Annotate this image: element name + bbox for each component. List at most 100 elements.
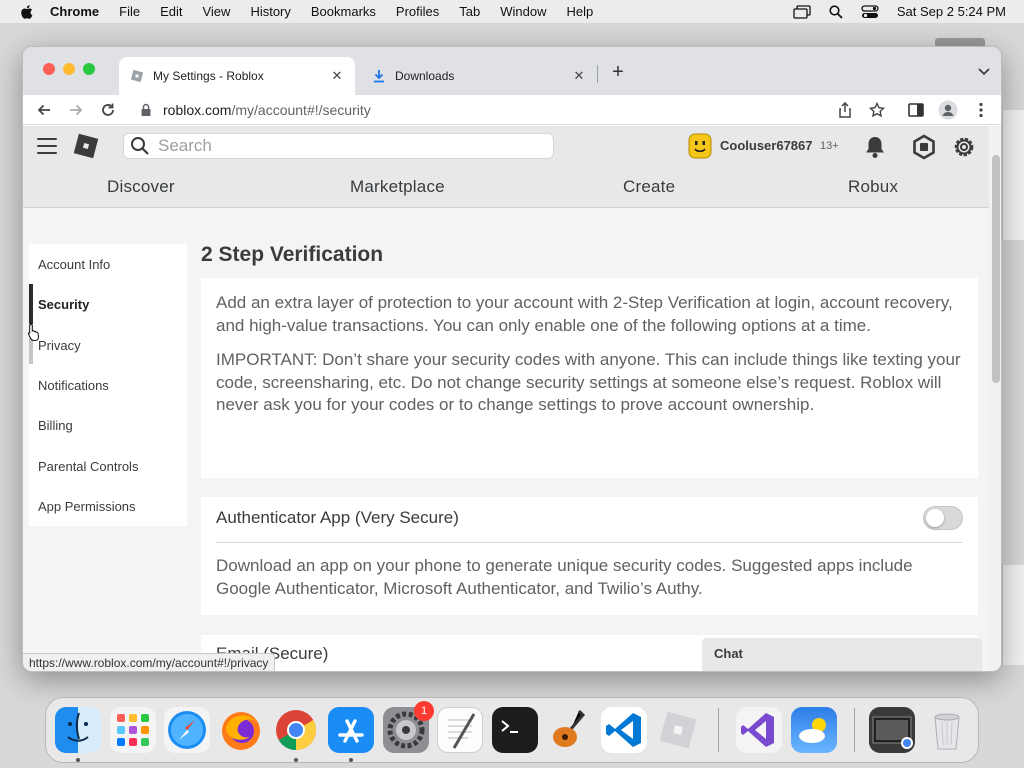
authenticator-toggle[interactable] [923,506,963,530]
reload-icon [102,103,114,116]
background-window [1002,110,1024,240]
terminal-icon[interactable] [492,707,538,753]
menu-bookmarks[interactable]: Bookmarks [311,4,376,19]
sidebar-item-notifications[interactable]: Notifications [38,378,109,393]
profile-button[interactable] [936,98,960,122]
side-panel-button[interactable] [904,98,928,122]
search-box[interactable] [123,133,554,159]
page-scrollbar-thumb[interactable] [992,155,1000,383]
tab-search-chevron-icon[interactable] [977,65,991,77]
bookmark-star-button[interactable] [865,98,889,122]
menu-view[interactable]: View [202,4,230,19]
roblox-favicon-icon [129,68,145,84]
notifications-bell-icon[interactable] [862,134,888,160]
firefox-icon[interactable] [218,707,264,753]
dock-separator [854,708,855,752]
address-bar[interactable]: roblox.com/my/account#!/security [139,98,829,122]
menu-edit[interactable]: Edit [160,4,182,19]
screen-mirroring-icon[interactable] [793,4,811,19]
chat-label: Chat [714,646,743,661]
share-button[interactable] [833,98,857,122]
sidebar-item-account-info[interactable]: Account Info [38,257,110,272]
avatar-headshot-icon[interactable] [687,132,713,160]
menu-bar-clock[interactable]: Sat Sep 2 5:24 PM [897,4,1006,19]
url-path: /my/account#!/security [231,102,371,118]
vscode-icon[interactable] [601,707,647,753]
sidebar-item-app-permissions[interactable]: App Permissions [38,499,136,514]
roblox-nav-bar: Discover Marketplace Create Robux [23,166,989,208]
minimize-window-button[interactable] [63,63,75,75]
chrome-menu-button[interactable] [969,98,993,122]
nav-create[interactable]: Create [623,177,675,197]
sidebar-item-privacy[interactable]: Privacy [38,338,81,353]
new-tab-button[interactable]: + [607,61,629,83]
background-window [1002,565,1024,665]
menu-file[interactable]: File [119,4,140,19]
macos-menu-bar: Chrome File Edit View History Bookmarks … [0,0,1024,23]
visual-studio-icon[interactable] [736,707,782,753]
hamburger-menu-icon[interactable] [37,138,57,154]
settings-gear-icon[interactable] [951,134,977,160]
sidebar-item-security[interactable]: Security [38,297,89,312]
chrome-icon[interactable] [273,707,319,753]
site-info-lock-icon[interactable] [139,103,153,117]
divider [216,542,962,543]
profile-avatar-icon [938,100,958,120]
chat-bar[interactable]: Chat [702,638,982,671]
intro-text: Add an extra layer of protection to your… [216,293,953,335]
tab-my-settings[interactable]: My Settings - Roblox ✕ [119,57,355,95]
forward-button[interactable] [64,98,88,122]
toggle-knob [926,509,944,527]
search-input[interactable] [158,136,538,156]
side-panel-icon [908,103,924,117]
app-store-icon[interactable] [328,707,374,753]
search-icon [131,137,149,155]
nav-marketplace[interactable]: Marketplace [350,177,445,197]
spotlight-search-icon[interactable] [829,4,843,19]
tab-title: Downloads [395,69,455,83]
menu-history[interactable]: History [250,4,290,19]
roblox-logo-icon[interactable] [72,132,100,160]
launchpad-icon[interactable] [110,707,156,753]
menu-profiles[interactable]: Profiles [396,4,439,19]
roblox-header: Cooluser67867 13+ [23,126,989,166]
more-vertical-icon [979,102,983,118]
reload-button[interactable] [96,98,120,122]
apple-menu-icon[interactable] [18,4,36,20]
nav-discover[interactable]: Discover [107,177,175,197]
authenticator-description: Download an app on your phone to generat… [216,556,913,598]
tab-title: My Settings - Roblox [153,69,264,83]
menu-help[interactable]: Help [567,4,594,19]
username[interactable]: Cooluser67867 [720,138,813,153]
close-tab-icon[interactable]: ✕ [329,68,345,84]
trash-icon[interactable] [924,707,970,753]
safari-icon[interactable] [164,707,210,753]
back-button[interactable] [32,98,56,122]
textedit-icon[interactable] [437,707,483,753]
sidebar-item-billing[interactable]: Billing [38,418,73,433]
tab-separator [597,65,598,83]
close-window-button[interactable] [43,63,55,75]
downloads-folder-icon[interactable] [869,707,915,753]
menu-window[interactable]: Window [500,4,546,19]
weather-icon[interactable] [791,707,837,753]
tab-downloads[interactable]: Downloads ✕ [361,57,597,95]
sidebar-item-parental-controls[interactable]: Parental Controls [38,459,138,474]
star-icon [869,102,885,118]
garageband-icon[interactable] [546,707,592,753]
macos-dock: 1 [45,697,979,763]
browser-toolbar: roblox.com/my/account#!/security [23,95,1001,125]
roblox-studio-icon[interactable] [655,707,701,753]
zoom-window-button[interactable] [83,63,95,75]
page-viewport: Cooluser67867 13+ Discover Marketplace C… [23,126,989,671]
nav-robux[interactable]: Robux [848,177,898,197]
chrome-window: My Settings - Roblox ✕ Downloads ✕ + rob… [22,46,1002,672]
control-center-icon[interactable] [861,4,879,19]
robux-icon[interactable] [911,134,937,160]
menu-tab[interactable]: Tab [459,4,480,19]
close-tab-icon[interactable]: ✕ [571,68,587,84]
finder-icon[interactable] [55,707,101,753]
important-text: IMPORTANT: Don’t share your security cod… [216,350,961,414]
settings-notification-badge: 1 [414,701,434,721]
menu-app-name[interactable]: Chrome [50,4,99,19]
